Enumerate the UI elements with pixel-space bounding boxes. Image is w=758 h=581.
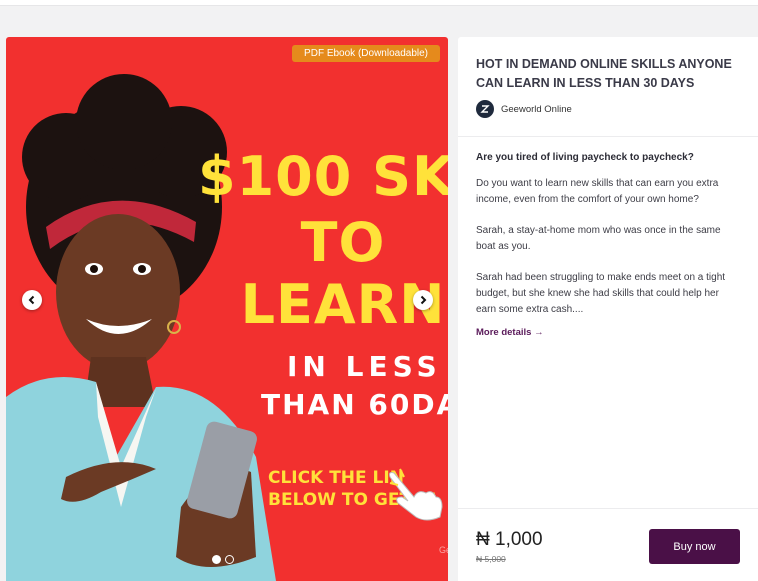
headline-line-2: TO	[300, 211, 386, 274]
seller[interactable]: Geeworld Online	[476, 100, 740, 118]
carousel-slide: PDF Ebook (Downloadable) $100 SKILL TO L…	[6, 37, 448, 581]
description-paragraph: Sarah had been struggling to make ends m…	[476, 272, 726, 315]
top-bar	[0, 0, 758, 6]
more-details-link[interactable]: More details →	[476, 327, 740, 338]
description-paragraph: Do you want to learn new skills that can…	[476, 178, 719, 205]
chevron-right-icon	[420, 295, 427, 305]
seller-name[interactable]: Geeworld Online	[501, 104, 572, 115]
buy-now-button[interactable]: Buy now	[649, 529, 740, 564]
carousel-dot[interactable]	[225, 555, 234, 564]
chevron-left-icon	[28, 295, 35, 305]
product-description: Are you tired of living paycheck to payc…	[458, 137, 758, 338]
product-image-carousel[interactable]: PDF Ebook (Downloadable) $100 SKILL TO L…	[6, 37, 448, 581]
seller-avatar[interactable]	[476, 100, 494, 118]
product-title: HOT IN DEMAND ONLINE SKILLS ANYONE CAN L…	[476, 57, 732, 90]
format-badge: PDF Ebook (Downloadable)	[292, 45, 440, 62]
description-paragraph: Sarah, a stay-at-home mom who was once i…	[476, 225, 721, 252]
current-price: ₦ 1,000	[476, 529, 543, 550]
purchase-bar: ₦ 1,000 ₦ 5,000 Buy now	[458, 508, 758, 581]
carousel-dots	[212, 555, 234, 564]
carousel-dot[interactable]	[212, 555, 221, 564]
carousel-prev-button[interactable]	[22, 290, 42, 310]
carousel-next-button[interactable]	[413, 290, 433, 310]
headline-line-3: LEARN	[240, 273, 446, 336]
product-header: HOT IN DEMAND ONLINE SKILLS ANYONE CAN L…	[458, 37, 758, 137]
description-question: Are you tired of living paycheck to payc…	[476, 152, 694, 163]
subline-line-2: THAN 60DA	[261, 388, 448, 421]
pointing-hand-icon	[389, 468, 443, 521]
subline-line-1: IN LESS	[287, 350, 442, 383]
seller-logo-icon	[480, 105, 490, 113]
product-info-panel: HOT IN DEMAND ONLINE SKILLS ANYONE CAN L…	[458, 37, 758, 581]
original-price: ₦ 5,000	[476, 554, 506, 564]
headline-line-1: $100 SKILL	[198, 145, 448, 208]
slide-watermark: Ge	[439, 545, 448, 555]
